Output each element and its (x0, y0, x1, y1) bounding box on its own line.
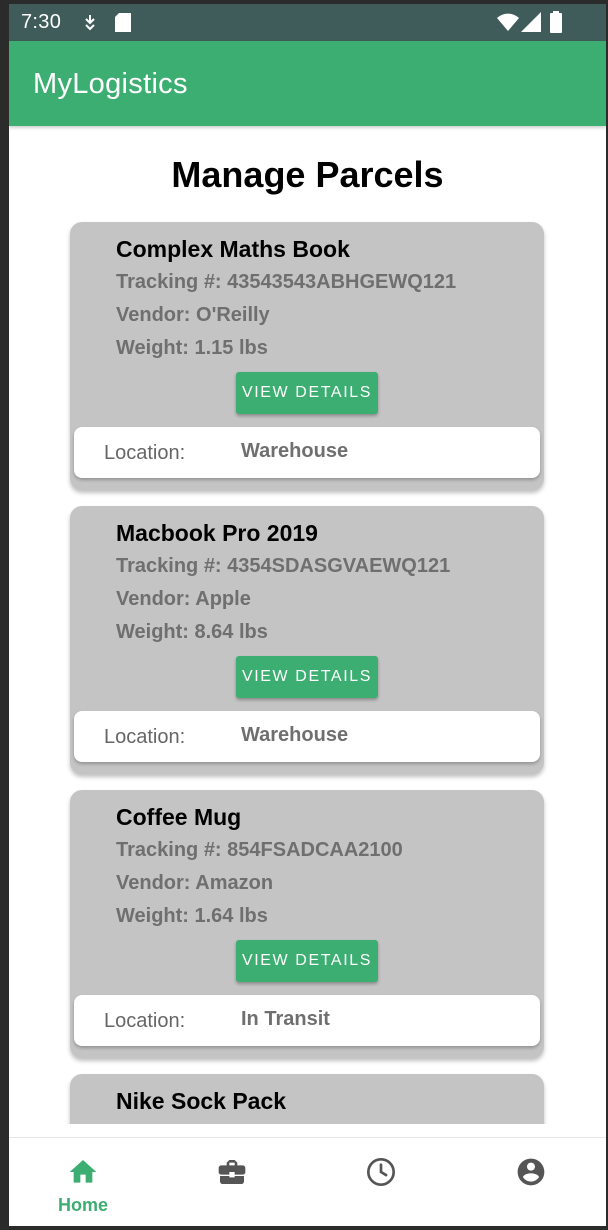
view-details-button[interactable]: VIEW DETAILS (236, 372, 378, 414)
parcel-card: Macbook Pro 2019 Tracking #: 4354SDASGVA… (70, 506, 544, 774)
cellular-signal-icon (521, 12, 541, 32)
home-icon (69, 1160, 97, 1183)
location-label: Location: (104, 726, 186, 748)
briefcase-icon (218, 1160, 246, 1184)
parcel-weight: Weight: 8.64 lbs (116, 621, 268, 643)
nav-briefcase[interactable] (172, 1138, 292, 1226)
phone-screen: 7:30 MyLogistics Manage Parcels Complex … (9, 4, 606, 1226)
parcel-weight: Weight: 1.64 lbs (116, 905, 268, 927)
location-box: Location: In Transit (74, 995, 540, 1046)
view-details-button[interactable]: VIEW DETAILS (236, 656, 378, 698)
status-bar: 7:30 (9, 4, 606, 41)
nav-home[interactable]: Home (23, 1138, 143, 1226)
parcel-card: Coffee Mug Tracking #: 854FSADCAA2100 Ve… (70, 790, 544, 1058)
parcel-vendor: Vendor: O'Reilly (116, 304, 270, 326)
sd-card-icon (115, 13, 131, 32)
status-time: 7:30 (21, 11, 62, 33)
parcel-tracking: Tracking #: 4354SDASGVAEWQ121 (116, 555, 451, 577)
clock-icon (367, 1158, 395, 1186)
nav-home-label: Home (57, 1195, 108, 1215)
parcel-vendor: Vendor: Amazon (116, 872, 274, 894)
app-bar: MyLogistics (9, 41, 606, 126)
location-value: In Transit (241, 1008, 330, 1030)
parcel-list[interactable]: Manage Parcels Complex Maths Book Tracki… (9, 126, 606, 1124)
device-frame: 7:30 MyLogistics Manage Parcels Complex … (0, 0, 608, 1230)
location-label: Location: (104, 1010, 186, 1032)
page-title: Manage Parcels (171, 154, 444, 195)
parcel-vendor: Vendor: Apple (116, 588, 251, 610)
battery-icon (550, 11, 562, 33)
parcel-tracking: Tracking #: 43543543ABHGEWQ121 (116, 271, 457, 293)
parcel-name: Nike Sock Pack (116, 1088, 287, 1114)
parcel-card: Nike Sock Pack (70, 1074, 544, 1124)
bottom-navigation: Home (9, 1137, 606, 1226)
data-saver-icon (85, 15, 95, 31)
nav-history[interactable] (321, 1138, 441, 1226)
location-value: Warehouse (241, 724, 349, 746)
parcel-tracking: Tracking #: 854FSADCAA2100 (116, 839, 403, 861)
location-box: Location: Warehouse (74, 427, 540, 478)
account-icon (517, 1158, 545, 1186)
location-box: Location: Warehouse (74, 711, 540, 762)
view-details-button[interactable]: VIEW DETAILS (236, 940, 378, 982)
parcel-name: Macbook Pro 2019 (116, 520, 318, 546)
parcel-name: Coffee Mug (116, 804, 242, 830)
app-title: MyLogistics (33, 68, 188, 100)
location-value: Warehouse (241, 440, 349, 462)
parcel-weight: Weight: 1.15 lbs (116, 337, 268, 359)
wifi-icon (497, 13, 519, 31)
nav-account[interactable] (471, 1138, 591, 1226)
location-label: Location: (104, 442, 186, 464)
parcel-card: Complex Maths Book Tracking #: 43543543A… (70, 222, 544, 490)
parcel-name: Complex Maths Book (116, 236, 350, 262)
